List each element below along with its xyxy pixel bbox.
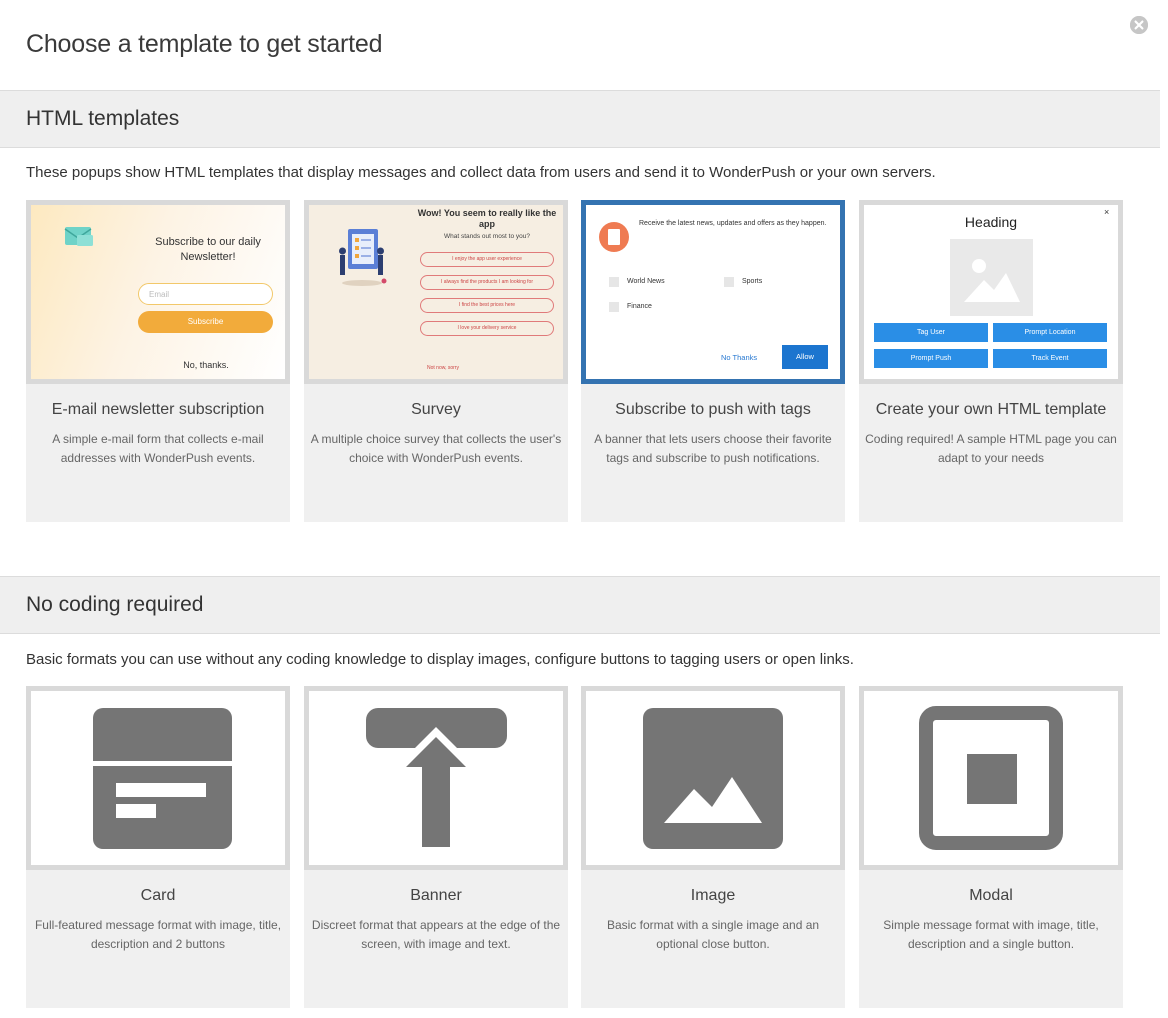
- card-title: E-mail newsletter subscription: [51, 401, 265, 418]
- no-coding-header: No coding required: [0, 576, 1160, 634]
- preview-headline: Wow! You seem to really like the app: [417, 208, 557, 229]
- no-coding-description: Basic formats you can use without any co…: [26, 651, 854, 668]
- html-templates-header: HTML templates: [0, 90, 1160, 148]
- card-description: A banner that lets users choose their fa…: [594, 432, 832, 465]
- preview-allow-button: Allow: [782, 345, 828, 369]
- card-title: Banner: [410, 887, 462, 904]
- image-placeholder-icon: [950, 239, 1033, 316]
- card-title: Subscribe to push with tags: [615, 401, 811, 418]
- preview-tag-label: World News: [627, 278, 665, 285]
- survey-illustration-icon: [339, 229, 387, 286]
- card-description: Basic format with a single image and an …: [606, 918, 820, 951]
- preview-subscribe-button: Subscribe: [138, 311, 273, 333]
- envelope-icon: [64, 227, 93, 246]
- card-title: Modal: [969, 887, 1013, 904]
- template-thumbnail: Wow! You seem to really like the app Wha…: [304, 200, 568, 384]
- modal-format-icon: [919, 706, 1063, 850]
- card-description: Coding required! A sample HTML page you …: [865, 432, 1117, 465]
- preview-tag-label: Finance: [627, 303, 652, 310]
- format-thumbnail: [859, 686, 1123, 870]
- card-title: Survey: [411, 401, 461, 418]
- html-templates-description: These popups show HTML templates that di…: [26, 164, 936, 181]
- banner-format-icon: [366, 708, 507, 847]
- preview-option: I love your delivery service: [420, 321, 554, 336]
- template-card-push-tags[interactable]: Receive the latest news, updates and off…: [581, 200, 845, 522]
- template-card-email-newsletter[interactable]: Subscribe to our daily Newsletter! Email…: [26, 200, 290, 522]
- preview-text: Receive the latest news, updates and off…: [639, 220, 827, 227]
- card-title: Image: [690, 887, 736, 904]
- card-description: Discreet format that appears at the edge…: [311, 918, 561, 951]
- preview-tag-user-button: Tag User: [874, 323, 988, 342]
- template-card-custom-html[interactable]: × Heading Tag User Prompt Location Promp…: [859, 200, 1123, 522]
- preview-option: I enjoy the app user experience: [420, 252, 554, 267]
- card-description: A multiple choice survey that collects t…: [310, 432, 562, 465]
- preview-checkbox: [609, 277, 619, 287]
- format-card-modal[interactable]: Modal Simple message format with image, …: [859, 686, 1123, 1008]
- format-card-card[interactable]: Card Full-featured message format with i…: [26, 686, 290, 1008]
- close-circle-icon: [1130, 16, 1148, 34]
- close-button[interactable]: [1130, 16, 1148, 34]
- template-thumbnail: Receive the latest news, updates and off…: [581, 200, 845, 384]
- format-thumbnail: [581, 686, 845, 870]
- format-card-image[interactable]: Image Basic format with a single image a…: [581, 686, 845, 1008]
- card-format-icon: [93, 708, 232, 849]
- format-thumbnail: [26, 686, 290, 870]
- preview-not-now-link: Not now, sorry: [427, 365, 459, 371]
- card-title: Card: [140, 887, 176, 904]
- preview-headline: Subscribe to our daily Newsletter!: [155, 236, 261, 263]
- card-title: Create your own HTML template: [875, 401, 1107, 418]
- section-title: No coding required: [26, 593, 204, 616]
- card-description: A simple e-mail form that collects e-mai…: [52, 432, 264, 465]
- preview-no-thanks: No, thanks.: [183, 360, 229, 370]
- card-description: Simple message format with image, title,…: [883, 918, 1099, 951]
- newsletter-icon: [599, 222, 629, 252]
- preview-prompt-location-button: Prompt Location: [993, 323, 1107, 342]
- preview-checkbox: [724, 277, 734, 287]
- format-card-banner[interactable]: Banner Discreet format that appears at t…: [304, 686, 568, 1008]
- card-description: Full-featured message format with image,…: [34, 918, 282, 951]
- preview-prompt-push-button: Prompt Push: [874, 349, 988, 368]
- preview-option: I always find the products I am looking …: [420, 275, 554, 290]
- preview-checkbox: [609, 302, 619, 312]
- template-thumbnail: Subscribe to our daily Newsletter! Email…: [26, 200, 290, 384]
- image-format-icon: [643, 708, 783, 849]
- template-thumbnail: × Heading Tag User Prompt Location Promp…: [859, 200, 1123, 384]
- preview-no-thanks: No Thanks: [721, 353, 758, 362]
- preview-tag-label: Sports: [742, 278, 763, 285]
- preview-track-event-button: Track Event: [993, 349, 1107, 368]
- template-card-survey[interactable]: Wow! You seem to really like the app Wha…: [304, 200, 568, 522]
- preview-question: What stands out most to you?: [444, 233, 530, 240]
- dialog-title: Choose a template to get started: [26, 30, 383, 58]
- preview-option: I find the best prices here: [420, 298, 554, 313]
- preview-email-field: Email: [138, 283, 273, 305]
- section-title: HTML templates: [26, 107, 180, 130]
- format-thumbnail: [304, 686, 568, 870]
- preview-heading: Heading: [964, 214, 1018, 230]
